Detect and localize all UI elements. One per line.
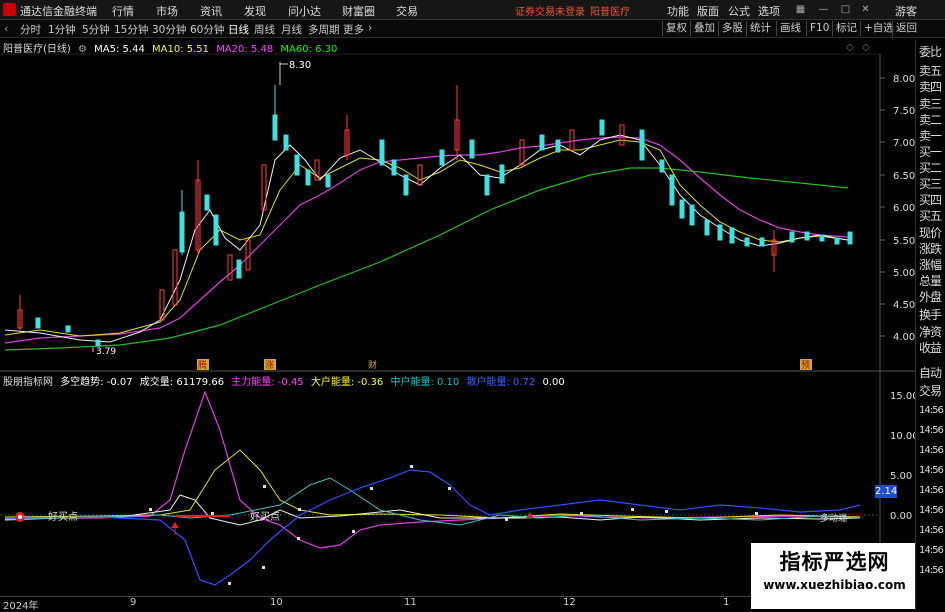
quote-net-asset[interactable]: 净资 xyxy=(919,324,945,340)
quote-bid2[interactable]: 买二 xyxy=(919,160,945,176)
quote-price[interactable]: 现价 xyxy=(919,225,945,241)
buy-point-label-1: 好买点 xyxy=(48,511,78,523)
quote-auto[interactable]: 自动 xyxy=(919,365,945,381)
quote-bid4[interactable]: 买四 xyxy=(919,192,945,208)
diamond-icon-2[interactable]: ◇ xyxy=(862,42,870,53)
quote-panel: 委比 卖五 卖四 卖三 卖二 卖一 买一 买二 买三 买四 买五 现价 涨跌 涨… xyxy=(915,40,945,609)
tick-time: 14:56 xyxy=(919,525,944,536)
quote-turnover[interactable]: 换手 xyxy=(919,307,945,323)
quote-bid5[interactable]: 买五 xyxy=(919,208,945,224)
quote-ask2[interactable]: 卖二 xyxy=(919,112,945,128)
tick-time: 14:56 xyxy=(919,485,944,496)
watermark-url: www.xuezhibiao.com xyxy=(763,578,906,592)
tick-time: 14:56 xyxy=(919,465,944,476)
marker-cai: 财 xyxy=(368,359,377,371)
quote-ratio[interactable]: 委比 xyxy=(919,44,945,60)
current-value-badge: 2.14 xyxy=(875,485,898,498)
sub-tick-10: 10.00 xyxy=(890,431,915,442)
watermark-title: 指标严选网 xyxy=(779,550,890,574)
x-tick-10: 10 xyxy=(270,597,283,608)
tick-time: 14:56 xyxy=(919,565,944,576)
tick-time: 14:56 xyxy=(919,425,944,436)
sub-tick-15: 15.00 xyxy=(890,391,915,402)
quote-ask3[interactable]: 卖三 xyxy=(919,96,945,112)
price-tick-4: 4.00 xyxy=(893,332,915,343)
x-tick-9: 9 xyxy=(130,597,137,608)
quote-change-pct[interactable]: 涨幅 xyxy=(919,257,945,273)
quote-earnings[interactable]: 收益 xyxy=(919,340,945,356)
price-tick-8: 8.00 xyxy=(893,74,915,85)
price-tick-6.5: 6.50 xyxy=(893,171,915,182)
sub-tick-0: 0.00 xyxy=(890,511,912,522)
price-tick-6: 6.00 xyxy=(893,203,915,214)
marker-zhang: 涨 xyxy=(265,360,274,371)
x-tick-1: 1 xyxy=(723,597,730,608)
low-annotation: 3.79 xyxy=(96,347,116,357)
marker-teng: 腾 xyxy=(198,359,207,371)
price-tick-5: 5.00 xyxy=(893,268,915,279)
tick-time: 14:56 xyxy=(919,545,944,556)
side-label: 多动端 xyxy=(820,512,847,524)
high-annotation: 8.30 xyxy=(289,60,311,71)
quote-outer[interactable]: 外盘 xyxy=(919,289,945,305)
candlesticks xyxy=(17,85,853,347)
x-tick-2024: 2024年 xyxy=(3,601,39,612)
quote-trade[interactable]: 交易 xyxy=(919,383,945,399)
quote-ask1[interactable]: 卖一 xyxy=(919,128,945,144)
quote-change[interactable]: 涨跌 xyxy=(919,241,945,257)
price-tick-4.5: 4.50 xyxy=(893,300,915,311)
price-tick-7.5: 7.50 xyxy=(893,106,915,117)
tick-time: 14:56 xyxy=(919,405,944,416)
quote-volume[interactable]: 总量 xyxy=(919,273,945,289)
price-tick-5.5: 5.50 xyxy=(893,236,915,247)
price-tick-7: 7.00 xyxy=(893,138,915,149)
diamond-icon[interactable]: ◇ xyxy=(846,42,854,53)
marker-yu: 预 xyxy=(801,360,810,371)
quote-ask5[interactable]: 卖五 xyxy=(919,63,945,79)
buy-point-label-2: 好买点 xyxy=(250,511,280,523)
tick-time: 14:56 xyxy=(919,505,944,516)
quote-bid3[interactable]: 买三 xyxy=(919,176,945,192)
quote-bid1[interactable]: 买一 xyxy=(919,144,945,160)
x-tick-11: 11 xyxy=(404,597,417,608)
quote-ask4[interactable]: 卖四 xyxy=(919,79,945,95)
sub-tick-5: 5.00 xyxy=(890,471,912,482)
x-tick-12: 12 xyxy=(563,597,576,608)
chart-canvas[interactable]: 8.00 7.50 7.00 6.50 6.00 5.50 5.00 4.50 … xyxy=(0,0,915,609)
tick-time: 14:56 xyxy=(919,445,944,456)
